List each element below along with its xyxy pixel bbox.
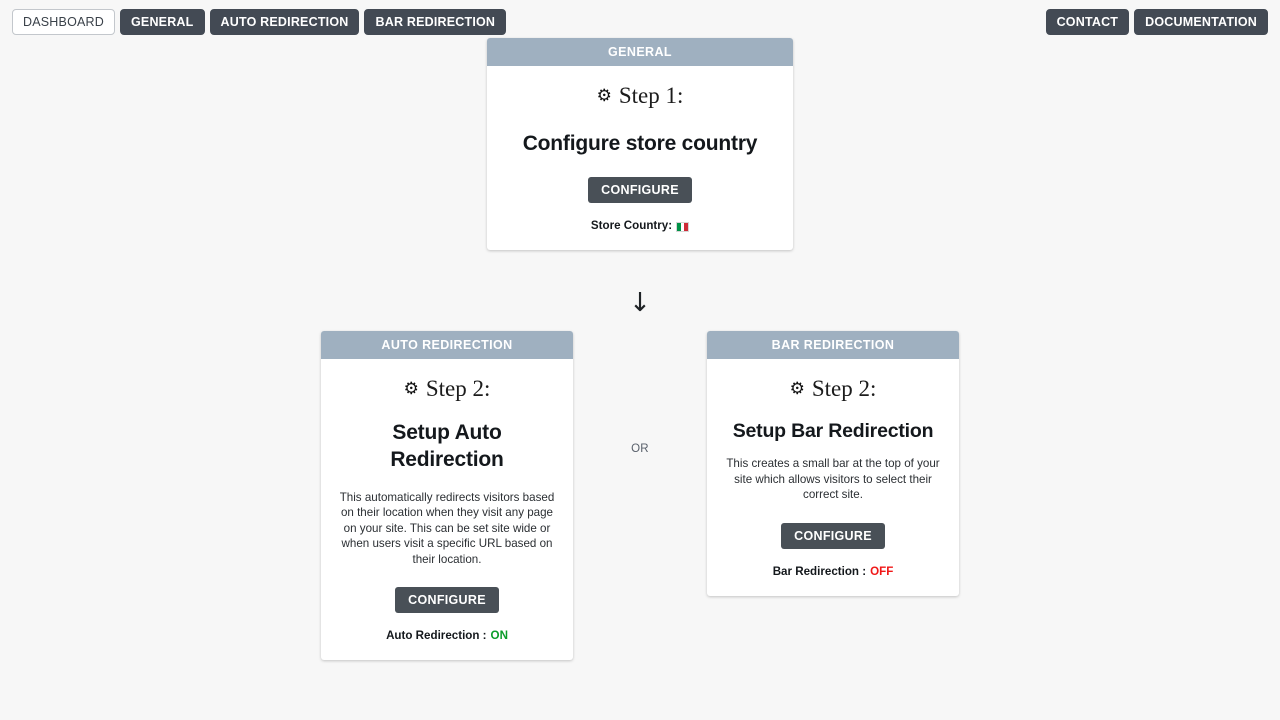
primary-tabs: DASHBOARD GENERAL AUTO REDIRECTION BAR R… [12,9,506,35]
bar-step-label: Step 2: [812,375,877,403]
auto-configure-button[interactable]: CONFIGURE [395,587,499,613]
auto-step-line: ⚙ Step 2: [339,375,555,403]
auto-redirection-card-body: ⚙ Step 2: Setup Auto Redirection This au… [321,359,573,660]
auto-status-value: ON [491,629,508,642]
gear-icon: ⚙ [404,381,419,398]
contact-button[interactable]: CONTACT [1046,9,1130,35]
documentation-button[interactable]: DOCUMENTATION [1134,9,1268,35]
auto-redirection-card-header: AUTO REDIRECTION [321,331,573,359]
general-card-body: ⚙ Step 1: Configure store country CONFIG… [487,66,793,250]
auto-step-label: Step 2: [426,375,491,403]
bar-redirection-card-body: ⚙ Step 2: Setup Bar Redirection This cre… [707,359,959,596]
gear-icon: ⚙ [790,381,805,398]
store-country-label: Store Country: [591,219,672,232]
italy-flag-icon [676,222,689,232]
auto-card-description: This automatically redirects visitors ba… [339,490,555,567]
bar-redirection-card: BAR REDIRECTION ⚙ Step 2: Setup Bar Redi… [707,331,959,596]
general-card-title: Configure store country [505,130,775,158]
down-arrow-icon: ↓ [0,290,1280,316]
general-step-label: Step 1: [619,82,684,110]
store-country-status: Store Country: [505,219,775,232]
bar-redirection-status: Bar Redirection : OFF [725,565,941,578]
auto-redirection-status: Auto Redirection : ON [339,629,555,642]
bar-card-title: Setup Bar Redirection [725,419,941,445]
bar-redirection-card-header: BAR REDIRECTION [707,331,959,359]
general-card: GENERAL ⚙ Step 1: Configure store countr… [487,38,793,250]
bar-status-value: OFF [870,565,893,578]
or-separator-label: OR [610,443,670,455]
tab-general[interactable]: GENERAL [120,9,205,35]
bar-status-label: Bar Redirection : [773,565,866,578]
general-card-header: GENERAL [487,38,793,66]
secondary-links: CONTACT DOCUMENTATION [1046,9,1268,35]
tab-bar-redirection[interactable]: BAR REDIRECTION [364,9,506,35]
general-step-line: ⚙ Step 1: [505,82,775,110]
bar-card-description: This creates a small bar at the top of y… [725,456,941,502]
auto-card-title: Setup Auto Redirection [339,419,555,474]
bar-configure-button[interactable]: CONFIGURE [781,523,885,549]
auto-redirection-card: AUTO REDIRECTION ⚙ Step 2: Setup Auto Re… [321,331,573,660]
auto-status-label: Auto Redirection : [386,629,486,642]
general-configure-button[interactable]: CONFIGURE [588,177,692,203]
gear-icon: ⚙ [597,88,612,105]
tab-dashboard[interactable]: DASHBOARD [12,9,115,35]
tab-auto-redirection[interactable]: AUTO REDIRECTION [210,9,360,35]
bar-step-line: ⚙ Step 2: [725,375,941,403]
